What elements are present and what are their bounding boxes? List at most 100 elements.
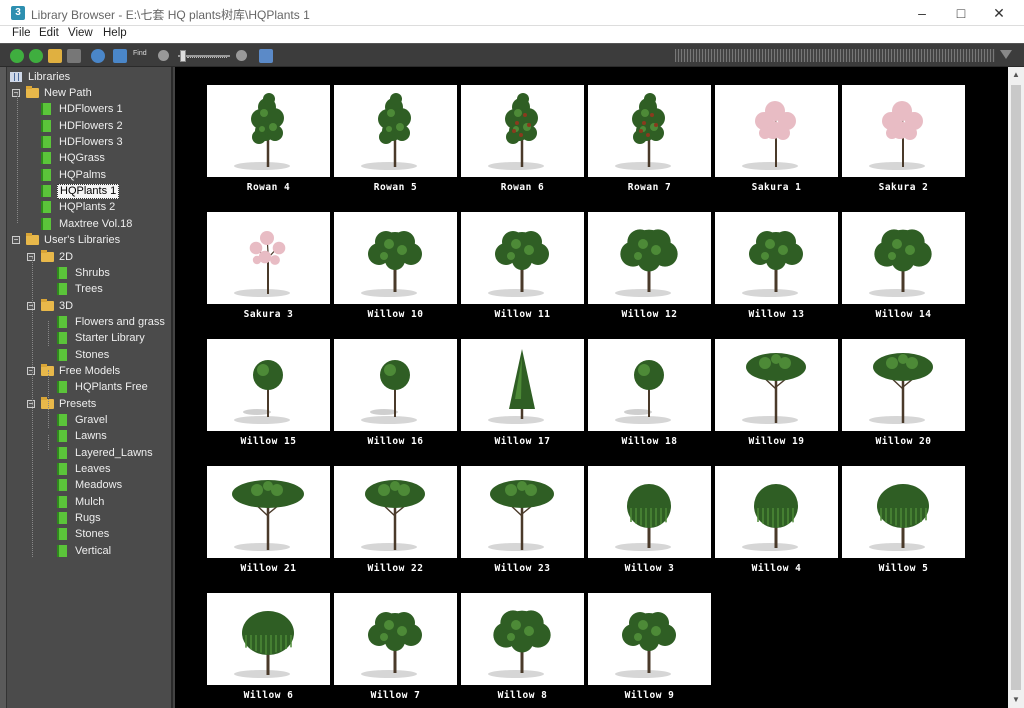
thumbnail-willow-18[interactable]	[588, 339, 711, 431]
tree-item-maxtree-vol-18[interactable]: Maxtree Vol.18	[7, 216, 134, 232]
library-book-icon	[57, 430, 67, 443]
thumbnail-willow-10[interactable]	[334, 212, 457, 304]
thumbnail-willow-9[interactable]	[588, 593, 711, 685]
thumbnail-willow-21[interactable]	[207, 466, 330, 558]
stop-icon[interactable]	[67, 49, 81, 63]
library-book-icon	[57, 463, 67, 476]
thumbnail-willow-17[interactable]	[461, 339, 584, 431]
thumbnail-willow-12[interactable]	[588, 212, 711, 304]
tree-folder-3d[interactable]: − 3D	[7, 298, 75, 314]
thumbnail-willow-5[interactable]	[842, 466, 965, 558]
open-folder-icon[interactable]	[48, 49, 62, 63]
back-icon[interactable]	[10, 49, 24, 63]
tree-item-hqgrass[interactable]: HQGrass	[7, 150, 107, 166]
thumbnail-rowan-7[interactable]	[588, 85, 711, 177]
sort-icon[interactable]	[113, 49, 127, 63]
folder-icon	[26, 86, 39, 98]
thumbnail-willow-7[interactable]	[334, 593, 457, 685]
tree-folder-new-path[interactable]: − New Path	[7, 85, 94, 101]
tree-item-trees[interactable]: Trees	[7, 281, 105, 297]
libraries-icon	[10, 72, 22, 82]
thumbnail-willow-14[interactable]	[842, 212, 965, 304]
toolbar-filter-track[interactable]	[675, 49, 995, 62]
thumbnail-willow-11[interactable]	[461, 212, 584, 304]
collapse-icon[interactable]: −	[27, 366, 35, 375]
thumbnail-sakura-3[interactable]	[207, 212, 330, 304]
maximize-button[interactable]: □	[944, 0, 978, 26]
tree-item-rugs[interactable]: Rugs	[7, 510, 103, 526]
zoom-in-icon[interactable]	[236, 50, 247, 61]
collapse-icon[interactable]: −	[12, 236, 20, 245]
tree-root[interactable]: Libraries	[10, 69, 72, 85]
tree-item-stones[interactable]: Stones	[7, 347, 111, 363]
menu-edit[interactable]: Edit	[39, 27, 59, 39]
tree-item-meadows[interactable]: Meadows	[7, 477, 124, 493]
close-button[interactable]: ✕	[982, 0, 1016, 26]
scroll-up-icon[interactable]: ▲	[1011, 70, 1021, 80]
tree-preview-image	[615, 612, 676, 678]
tree-folder-user-s-libraries[interactable]: − User's Libraries	[7, 232, 122, 248]
thumbnail-willow-15[interactable]	[207, 339, 330, 431]
tree-item-gravel[interactable]: Gravel	[7, 412, 109, 428]
thumbnail-willow-3[interactable]	[588, 466, 711, 558]
tree-preview-image	[361, 93, 417, 170]
tree-item-stones[interactable]: Stones	[7, 526, 111, 542]
thumbnail-willow-8[interactable]	[461, 593, 584, 685]
collapse-icon[interactable]: −	[27, 252, 35, 261]
thumbnail-willow-20[interactable]	[842, 339, 965, 431]
refresh-icon[interactable]	[91, 49, 105, 63]
tree-item-hqplants-2[interactable]: HQPlants 2	[7, 199, 117, 215]
tree-folder-free-models[interactable]: − Free Models	[7, 363, 122, 379]
thumbnail-sakura-2[interactable]	[842, 85, 965, 177]
forward-icon[interactable]	[29, 49, 43, 63]
thumbnail-willow-23[interactable]	[461, 466, 584, 558]
tree-item-shrubs[interactable]: Shrubs	[7, 265, 112, 281]
tree-item-hdflowers-3[interactable]: HDFlowers 3	[7, 134, 125, 150]
tree-item-hdflowers-2[interactable]: HDFlowers 2	[7, 118, 125, 134]
thumbnail-willow-13[interactable]	[715, 212, 838, 304]
thumbnail-rowan-5[interactable]	[334, 85, 457, 177]
scrollbar-thumb[interactable]	[1011, 85, 1021, 690]
tree-folder-presets[interactable]: − Presets	[7, 396, 98, 412]
thumbnail-caption: Willow 11	[494, 309, 551, 320]
tree-item-flowers-and-grass[interactable]: Flowers and grass	[7, 314, 167, 330]
collapse-icon[interactable]: −	[27, 301, 35, 310]
thumbnail-sakura-1[interactable]	[715, 85, 838, 177]
help-icon[interactable]	[259, 49, 273, 63]
menu-view[interactable]: View	[68, 27, 93, 39]
menu-help[interactable]: Help	[103, 27, 127, 39]
thumbnail-willow-16[interactable]	[334, 339, 457, 431]
tree-preview-image	[361, 360, 417, 424]
thumbnail-willow-22[interactable]	[334, 466, 457, 558]
tree-item-leaves[interactable]: Leaves	[7, 461, 112, 477]
tree-item-hqplants-1[interactable]: HQPlants 1	[7, 183, 120, 200]
tree-item-hdflowers-1[interactable]: HDFlowers 1	[7, 101, 125, 117]
thumbnail-willow-4[interactable]	[715, 466, 838, 558]
tree-folder-2d[interactable]: − 2D	[7, 249, 75, 265]
thumbnail-caption: Willow 20	[875, 436, 932, 447]
thumbnail-willow-6[interactable]	[207, 593, 330, 685]
collapse-icon[interactable]: −	[12, 89, 20, 97]
thumbnail-rowan-6[interactable]	[461, 85, 584, 177]
scroll-down-icon[interactable]: ▼	[1011, 695, 1021, 705]
tree-item-layered-lawns[interactable]: Layered_Lawns	[7, 445, 155, 461]
tree-item-hqpalms[interactable]: HQPalms	[7, 167, 108, 183]
minimize-button[interactable]: –	[905, 0, 939, 26]
thumbnail-willow-19[interactable]	[715, 339, 838, 431]
thumbnail-rowan-4[interactable]	[207, 85, 330, 177]
tree-label: Presets	[59, 397, 97, 410]
tree-item-hqplants-free[interactable]: HQPlants Free	[7, 379, 150, 395]
filter-icon[interactable]	[1000, 50, 1012, 59]
tree-item-lawns[interactable]: Lawns	[7, 428, 109, 444]
tree-item-vertical[interactable]: Vertical	[7, 543, 113, 559]
collapse-icon[interactable]: −	[27, 399, 35, 408]
find-icon[interactable]: Find	[133, 50, 147, 57]
thumbnail-caption: Rowan 7	[627, 182, 672, 193]
tree-preview-image	[869, 229, 932, 297]
tree-label: HQPlants 2	[59, 201, 116, 214]
tree-item-starter-library[interactable]: Starter Library	[7, 330, 147, 346]
zoom-out-icon[interactable]	[158, 50, 169, 61]
zoom-slider-handle[interactable]	[180, 50, 186, 62]
menu-file[interactable]: File	[12, 27, 31, 39]
tree-item-mulch[interactable]: Mulch	[7, 494, 106, 510]
